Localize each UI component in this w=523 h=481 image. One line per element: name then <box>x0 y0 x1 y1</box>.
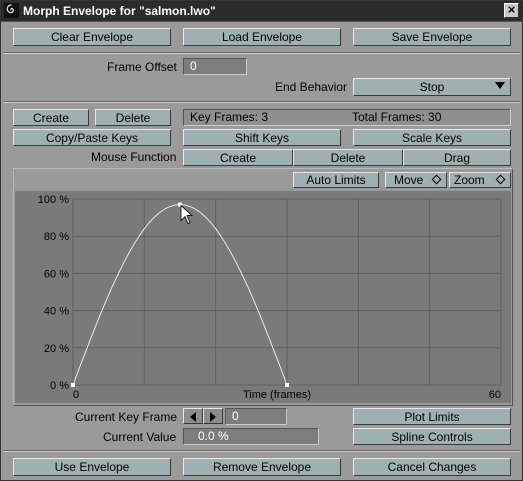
use-envelope-button[interactable]: Use Envelope <box>13 458 171 476</box>
spline-controls-button[interactable]: Spline Controls <box>353 428 511 445</box>
current-key-frame-field[interactable]: 0 <box>225 408 287 425</box>
separator <box>3 450 520 452</box>
scale-keys-button[interactable]: Scale Keys <box>353 129 511 146</box>
keyframe-marker[interactable] <box>71 383 75 387</box>
create-key-button[interactable]: Create <box>13 109 89 126</box>
mouse-drag-option[interactable]: Drag <box>403 149 511 166</box>
title-bar[interactable]: Morph Envelope for "salmon.lwo" × <box>1 1 522 22</box>
envelope-graph[interactable]: 0 % 20 % 40 % 60 % 80 % 100 % 0 60 Time (frame… <box>15 191 511 403</box>
plot-limits-button[interactable]: Plot Limits <box>353 408 511 425</box>
arrow-left-icon <box>190 412 196 422</box>
previous-key-button[interactable] <box>183 408 203 424</box>
save-envelope-button[interactable]: Save Envelope <box>353 28 511 46</box>
load-envelope-button[interactable]: Load Envelope <box>183 28 341 46</box>
total-frames-count: Total Frames: 30 <box>352 110 442 124</box>
x-tick-label: 60 <box>489 389 501 401</box>
graph-background <box>15 191 511 403</box>
end-behavior-dropdown[interactable]: Stop <box>353 78 511 96</box>
x-axis-label: Time (frames) <box>243 389 311 401</box>
end-behavior-label: End Behavior <box>275 80 348 94</box>
y-tick-label: 40 % <box>44 306 69 318</box>
mouse-function-label: Mouse Function <box>91 150 177 164</box>
remove-envelope-button[interactable]: Remove Envelope <box>183 458 341 476</box>
mouse-delete-option[interactable]: Delete <box>293 149 403 166</box>
move-label: Move <box>394 173 424 187</box>
current-value-field[interactable]: 0.0 % <box>183 428 319 445</box>
frame-offset-field[interactable]: 0 <box>183 58 247 75</box>
key-info-display: Key Frames: 3 Total Frames: 30 <box>183 109 511 126</box>
y-tick-label: 0 % <box>50 380 69 392</box>
next-key-button[interactable] <box>203 408 223 424</box>
keyframe-marker[interactable] <box>285 383 289 387</box>
current-key-frame-label: Current Key Frame <box>75 410 178 424</box>
separator <box>3 52 520 54</box>
key-frames-count: Key Frames: 3 <box>190 110 269 124</box>
zoom-label: Zoom <box>454 173 485 187</box>
morph-envelope-window: Morph Envelope for "salmon.lwo" × Clear … <box>0 0 523 481</box>
mouse-create-option[interactable]: Create <box>183 149 293 166</box>
y-tick-label: 100 % <box>38 194 69 206</box>
cancel-changes-button[interactable]: Cancel Changes <box>353 458 511 476</box>
window-title: Morph Envelope for "salmon.lwo" <box>23 4 216 18</box>
spinner-icon <box>495 174 506 185</box>
app-icon <box>4 3 19 18</box>
y-tick-label: 60 % <box>44 268 69 280</box>
clear-envelope-button[interactable]: Clear Envelope <box>13 28 171 46</box>
shift-keys-button[interactable]: Shift Keys <box>183 129 341 146</box>
close-button[interactable]: × <box>504 3 519 18</box>
zoom-dropdown[interactable]: Zoom <box>449 172 511 188</box>
end-behavior-value: Stop <box>419 80 445 94</box>
move-dropdown[interactable]: Move <box>385 172 447 188</box>
y-tick-label: 80 % <box>44 231 69 243</box>
current-value-label: Current Value <box>103 430 177 444</box>
auto-limits-button[interactable]: Auto Limits <box>293 172 379 188</box>
chevron-down-icon <box>495 82 505 89</box>
x-tick-label: 0 <box>73 389 79 401</box>
delete-key-button[interactable]: Delete <box>95 109 171 126</box>
arrow-right-icon <box>210 412 216 422</box>
spinner-icon <box>431 174 442 185</box>
y-tick-label: 20 % <box>44 343 69 355</box>
frame-offset-label: Frame Offset <box>107 60 177 74</box>
copy-paste-keys-button[interactable]: Copy/Paste Keys <box>13 129 171 146</box>
separator <box>3 101 520 103</box>
